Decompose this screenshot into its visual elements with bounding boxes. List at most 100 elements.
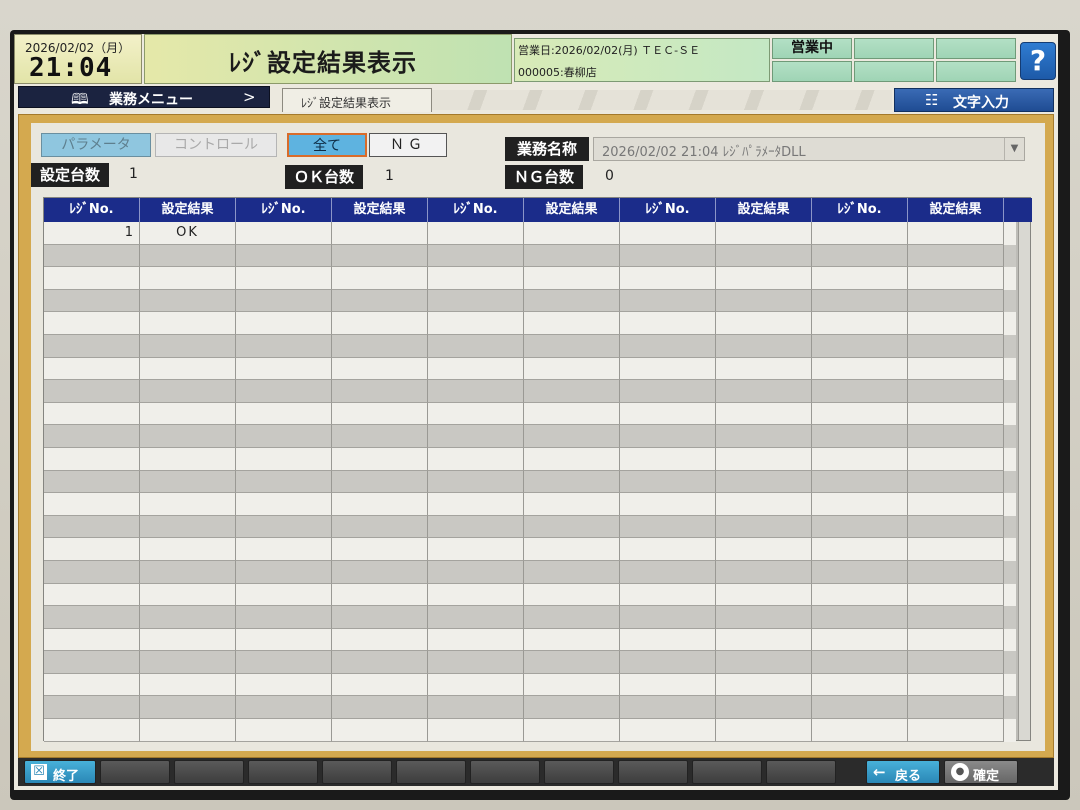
- result-cell: [332, 222, 428, 245]
- result-cell: [908, 222, 1004, 245]
- register-number-cell: [236, 267, 332, 290]
- result-cell: [332, 719, 428, 742]
- table-header: ﾚｼﾞNo. 設定結果 ﾚｼﾞNo. 設定結果 ﾚｼﾞNo. 設定結果 ﾚｼﾞNo. 設定結果…: [44, 198, 1032, 222]
- table-row[interactable]: [44, 312, 1016, 335]
- result-cell: [140, 289, 236, 313]
- vertical-scrollbar[interactable]: [1018, 222, 1030, 740]
- table-row[interactable]: [44, 538, 1016, 561]
- business-name-select[interactable]: 2026/02/02 21:04 ﾚｼﾞﾊﾟﾗﾒｰﾀDLL ▼: [593, 137, 1025, 161]
- ng-count-value: 0: [605, 168, 614, 184]
- exit-label: 終了: [53, 769, 80, 784]
- result-cell: [140, 560, 236, 584]
- result-cell: [332, 289, 428, 313]
- register-number-cell: [44, 402, 140, 426]
- business-menu-button[interactable]: 🕮 業務メニュー >: [18, 86, 270, 108]
- result-cell: [140, 425, 236, 448]
- table-row[interactable]: [44, 651, 1016, 674]
- table-row[interactable]: [44, 267, 1016, 290]
- result-cell: [524, 402, 620, 426]
- function-key-blank[interactable]: [396, 760, 466, 784]
- table-row[interactable]: [44, 357, 1016, 381]
- back-button[interactable]: ← 戻る: [866, 760, 940, 784]
- store-label: 000005:春柳店: [518, 66, 597, 79]
- result-cell: [716, 493, 812, 516]
- function-key-blank[interactable]: [766, 760, 836, 784]
- result-cell: [908, 267, 1004, 290]
- result-cell: [716, 673, 812, 697]
- function-key-blank[interactable]: [248, 760, 318, 784]
- result-cell: [908, 606, 1004, 629]
- tab-register-settings-result[interactable]: ﾚｼﾞ設定結果表示: [282, 88, 432, 112]
- result-cell: [908, 357, 1004, 381]
- result-cell: [140, 470, 236, 494]
- register-number-cell: [44, 267, 140, 290]
- table-row[interactable]: [44, 696, 1016, 720]
- filter-ng-button[interactable]: ＮＧ: [369, 133, 447, 157]
- function-key-blank[interactable]: [100, 760, 170, 784]
- table-row[interactable]: [44, 402, 1016, 426]
- table-row[interactable]: [44, 493, 1016, 516]
- result-cell: [716, 357, 812, 381]
- clock-panel: 2026/02/02（月） 21:04: [14, 34, 142, 84]
- register-number-cell: [812, 222, 908, 245]
- result-cell: [716, 651, 812, 674]
- text-input-button[interactable]: ☷ 文字入力: [894, 88, 1054, 112]
- register-number-cell: [236, 651, 332, 674]
- table-row[interactable]: [44, 380, 1016, 403]
- register-number-cell: [428, 447, 524, 471]
- help-button[interactable]: ?: [1020, 42, 1056, 80]
- business-menu-label: 業務メニュー: [109, 92, 193, 108]
- table-row[interactable]: [44, 515, 1016, 539]
- table-row[interactable]: [44, 447, 1016, 471]
- register-number-cell: [428, 583, 524, 607]
- table-row[interactable]: [44, 244, 1016, 268]
- column-header: ﾚｼﾞNo.: [44, 198, 140, 222]
- table-row[interactable]: [44, 719, 1016, 742]
- register-number-cell: [620, 380, 716, 403]
- confirm-button[interactable]: ● 確定: [944, 760, 1018, 784]
- register-number-cell: [620, 402, 716, 426]
- function-key-blank[interactable]: [322, 760, 392, 784]
- register-number-cell: [620, 334, 716, 358]
- function-key-blank[interactable]: [692, 760, 762, 784]
- table-row[interactable]: [44, 628, 1016, 652]
- table-row[interactable]: 1 OK: [44, 222, 1016, 245]
- table-row[interactable]: [44, 470, 1016, 494]
- result-cell: [716, 244, 812, 268]
- result-cell: [716, 628, 812, 652]
- book-icon: 🕮: [71, 90, 89, 108]
- control-tab[interactable]: コントロール: [155, 133, 277, 157]
- table-row[interactable]: [44, 334, 1016, 358]
- result-cell: [908, 628, 1004, 652]
- register-number-cell: [236, 289, 332, 313]
- table-row[interactable]: [44, 289, 1016, 313]
- table-row[interactable]: [44, 673, 1016, 697]
- result-cell: OK: [140, 222, 236, 245]
- function-key-blank[interactable]: [174, 760, 244, 784]
- register-number-cell: [620, 583, 716, 607]
- parameter-tab[interactable]: パラメータ: [41, 133, 151, 157]
- table-row[interactable]: [44, 560, 1016, 584]
- filter-all-button[interactable]: 全て: [287, 133, 367, 157]
- column-header: ﾚｼﾞNo.: [236, 198, 332, 222]
- register-number-cell: [236, 334, 332, 358]
- result-cell: [332, 334, 428, 358]
- result-cell: [140, 719, 236, 742]
- register-number-cell: 1: [44, 222, 140, 245]
- register-number-cell: [236, 470, 332, 494]
- table-row[interactable]: [44, 425, 1016, 448]
- result-cell: [140, 515, 236, 539]
- function-key-blank[interactable]: [544, 760, 614, 784]
- result-cell: [332, 606, 428, 629]
- function-key-blank[interactable]: [470, 760, 540, 784]
- result-cell: [524, 357, 620, 381]
- register-number-cell: [812, 312, 908, 335]
- result-cell: [524, 380, 620, 403]
- exit-button[interactable]: ☒ 終了: [24, 760, 96, 784]
- table-row[interactable]: [44, 583, 1016, 607]
- register-number-cell: [44, 289, 140, 313]
- function-key-blank[interactable]: [618, 760, 688, 784]
- register-number-cell: [620, 606, 716, 629]
- register-number-cell: [428, 470, 524, 494]
- table-row[interactable]: [44, 606, 1016, 629]
